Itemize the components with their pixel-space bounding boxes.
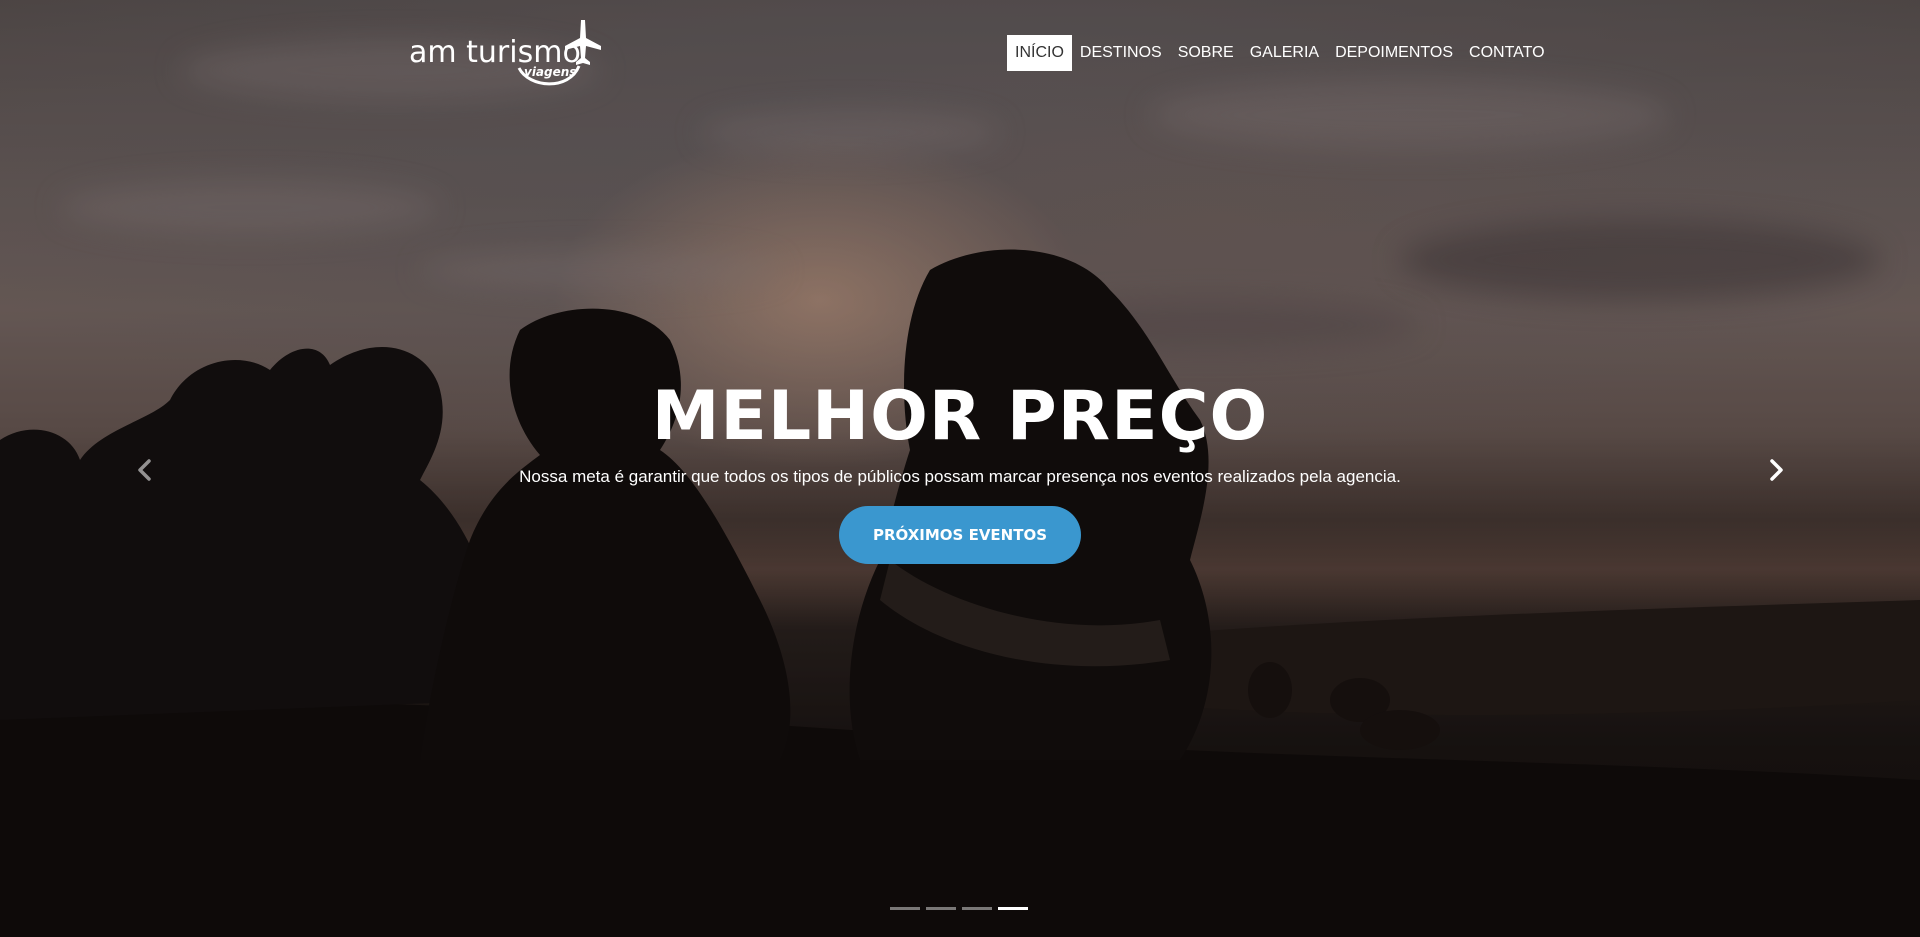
- nav-item-inicio[interactable]: INÍCIO: [1007, 35, 1072, 71]
- nav-item-destinos[interactable]: DESTINOS: [1072, 35, 1170, 71]
- carousel-indicator[interactable]: [890, 907, 920, 910]
- chevron-right-icon: [1770, 459, 1783, 481]
- nav-item-sobre[interactable]: SOBRE: [1170, 35, 1242, 71]
- carousel-indicator-active[interactable]: [998, 907, 1028, 910]
- chevron-left-icon: [138, 459, 151, 481]
- carousel-next-button[interactable]: [1761, 455, 1791, 485]
- main-nav: INÍCIO DESTINOS SOBRE GALERIA DEPOIMENTO…: [1007, 35, 1553, 71]
- carousel-prev-button[interactable]: [130, 455, 160, 485]
- hero-carousel: am turismo viagens INÍCIO DESTINOS SOBRE…: [0, 0, 1920, 937]
- logo-subtext: viagens: [524, 65, 576, 79]
- nav-item-contato[interactable]: CONTATO: [1461, 35, 1553, 71]
- slide-title: MELHOR PREÇO: [651, 377, 1269, 456]
- nav-item-depoimentos[interactable]: DEPOIMENTOS: [1327, 35, 1461, 71]
- airplane-logo-icon: am turismo viagens: [409, 20, 601, 86]
- slide-subtitle: Nossa meta é garantir que todos os tipos…: [519, 467, 1401, 486]
- logo[interactable]: am turismo viagens: [409, 16, 604, 92]
- carousel-indicators: [890, 907, 1028, 910]
- carousel-indicator[interactable]: [926, 907, 956, 910]
- proximos-eventos-button[interactable]: PRÓXIMOS EVENTOS: [839, 506, 1081, 564]
- nav-item-galeria[interactable]: GALERIA: [1242, 35, 1327, 71]
- carousel-indicator[interactable]: [962, 907, 992, 910]
